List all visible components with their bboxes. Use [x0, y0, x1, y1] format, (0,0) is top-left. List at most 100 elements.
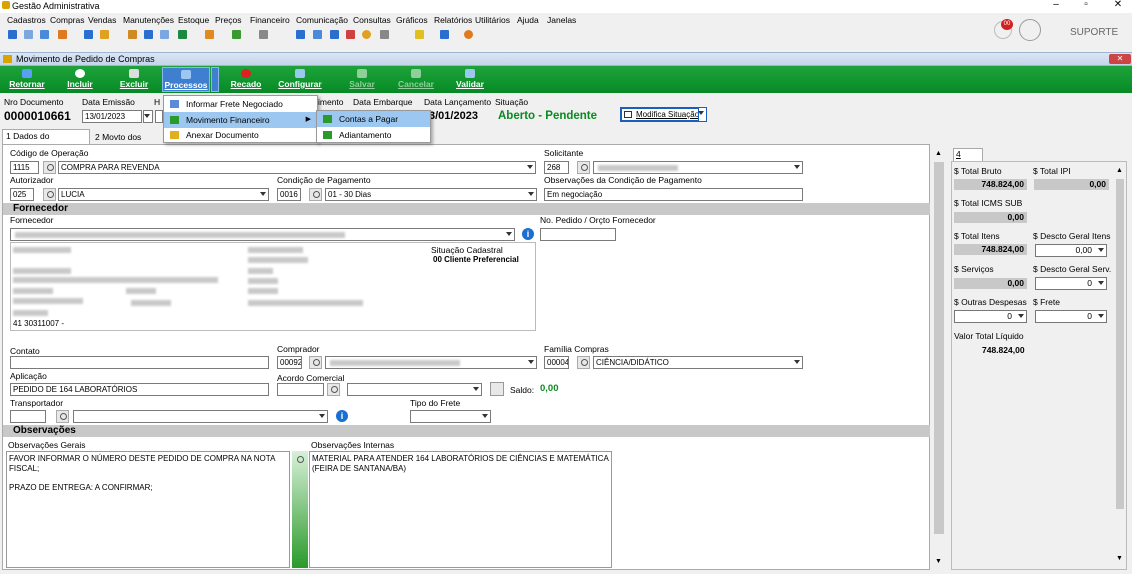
comprador-field[interactable]: 00092	[277, 356, 302, 369]
cancelar-button[interactable]: Cancelar	[394, 67, 438, 92]
menu-comunicacao[interactable]: Comunicação	[296, 15, 348, 25]
solicitante-field[interactable]: 268	[544, 161, 569, 174]
close-icon[interactable]: ✕	[1110, 0, 1126, 10]
transportador-search-icon[interactable]	[56, 410, 69, 423]
menu-financeiro[interactable]: Financeiro	[250, 15, 290, 25]
frete-field[interactable]: 0	[1035, 310, 1107, 323]
clock-icon[interactable]	[362, 30, 371, 39]
processos-button[interactable]: Processos	[162, 67, 210, 92]
obs-condicao-field[interactable]: Em negociação	[544, 188, 803, 201]
toolbar-icon[interactable]	[440, 30, 449, 39]
retornar-button[interactable]: Retornar	[4, 67, 50, 92]
scroll-up-icon[interactable]: ▲	[935, 150, 942, 157]
toolbar-icon[interactable]	[8, 30, 17, 39]
minimize-icon[interactable]: –	[1048, 0, 1064, 10]
scrollbar-thumb[interactable]	[934, 162, 944, 534]
toolbar-icon[interactable]	[380, 30, 389, 39]
toolbar-icon[interactable]	[330, 30, 339, 39]
obs-gerais-field[interactable]: FAVOR INFORMAR O NÚMERO DESTE PEDIDO DE …	[6, 451, 290, 568]
scroll-up-icon[interactable]: ▲	[1116, 167, 1123, 174]
restore-icon[interactable]: ▫	[1078, 0, 1094, 10]
obs-internas-field[interactable]: MATERIAL PARA ATENDER 164 LABORATÓRIOS D…	[309, 451, 612, 568]
menu-precos[interactable]: Preços	[215, 15, 241, 25]
familia-search-icon[interactable]	[577, 356, 590, 369]
fornecedor-select[interactable]	[10, 228, 515, 241]
outras-despesas-field[interactable]: 0	[954, 310, 1027, 323]
comprador-select[interactable]	[325, 356, 537, 369]
modifica-situacao-button[interactable]: Modifica Situação	[620, 107, 706, 122]
cart-icon[interactable]	[178, 30, 187, 39]
desc-serv-field[interactable]: 0	[1035, 277, 1107, 290]
modifica-dropdown[interactable]	[698, 107, 707, 122]
menu-manutencoes[interactable]: Manutenções	[123, 15, 174, 25]
solicitante-select[interactable]	[593, 161, 803, 174]
toolbar-icon[interactable]	[296, 30, 305, 39]
familia-compras-field[interactable]: 00004	[544, 356, 569, 369]
contato-field[interactable]	[10, 356, 269, 369]
menu-adiantamento[interactable]: Adiantamento	[317, 127, 430, 143]
acordo-search-icon[interactable]	[327, 383, 340, 396]
acordo-comercial-field[interactable]	[277, 383, 324, 396]
acordo-comercial-select[interactable]	[347, 383, 482, 396]
totais-scrollbar[interactable]: ▲ ▼	[1114, 165, 1126, 568]
printer-icon[interactable]	[259, 30, 268, 39]
toolbar-icon[interactable]	[100, 30, 109, 39]
menu-janelas[interactable]: Janelas	[547, 15, 576, 25]
star-icon[interactable]	[415, 30, 424, 39]
familia-compras-select[interactable]: CIÊNCIA/DIDÁTICO	[593, 356, 803, 369]
menu-ajuda[interactable]: Ajuda	[517, 15, 539, 25]
data-emissao-field[interactable]: 13/01/2023	[82, 110, 142, 123]
toolbar-icon[interactable]	[128, 30, 137, 39]
menu-consultas[interactable]: Consultas	[353, 15, 391, 25]
pedido-fornecedor-field[interactable]	[540, 228, 616, 241]
processos-dropdown[interactable]	[211, 67, 219, 92]
basket-icon[interactable]	[490, 382, 504, 396]
salvar-button[interactable]: Salvar	[340, 67, 384, 92]
toolbar-icon[interactable]	[232, 30, 241, 39]
menu-informar-frete[interactable]: Informar Frete Negociado	[164, 96, 317, 112]
cod-operacao-select[interactable]: COMPRA PARA REVENDA	[58, 161, 536, 174]
autorizador-select[interactable]: LUCIA	[58, 188, 269, 201]
menu-graficos[interactable]: Gráficos	[396, 15, 428, 25]
cond-pagamento-search-icon[interactable]	[309, 188, 322, 201]
toolbar-icon[interactable]	[144, 30, 153, 39]
menu-vendas[interactable]: Vendas	[88, 15, 116, 25]
toolbar-icon[interactable]	[205, 30, 214, 39]
toolbar-icon[interactable]	[313, 30, 322, 39]
transportador-field[interactable]	[10, 410, 46, 423]
obs-search-icon[interactable]	[294, 454, 307, 467]
incluir-button[interactable]: Incluir	[58, 67, 102, 92]
menu-cadastros[interactable]: Cadastros	[7, 15, 46, 25]
toolbar-icon[interactable]	[84, 30, 93, 39]
solicitante-search-icon[interactable]	[577, 161, 590, 174]
configurar-button[interactable]: Configurar	[275, 67, 325, 92]
menu-compras[interactable]: Compras	[50, 15, 84, 25]
tipo-frete-select[interactable]	[410, 410, 491, 423]
scroll-down-icon[interactable]: ▼	[1116, 555, 1123, 562]
toolbar-icon[interactable]	[160, 30, 169, 39]
cod-operacao-field[interactable]: 1115	[10, 161, 39, 174]
scroll-down-icon[interactable]: ▼	[935, 558, 942, 565]
menu-estoque[interactable]: Estoque	[178, 15, 209, 25]
recado-button[interactable]: Recado	[224, 67, 268, 92]
date-dropdown[interactable]	[143, 110, 153, 123]
window-close-button[interactable]: ✕	[1109, 54, 1131, 64]
menu-utilitarios[interactable]: Utilitários	[475, 15, 510, 25]
comprador-search-icon[interactable]	[309, 356, 322, 369]
tab-dados-documento[interactable]: 1 Dados do Documento	[2, 129, 90, 154]
transportador-info-icon[interactable]: i	[336, 410, 348, 422]
transportador-select[interactable]	[73, 410, 328, 423]
user-avatar-icon[interactable]	[1019, 19, 1041, 41]
cod-operacao-search-icon[interactable]	[43, 161, 56, 174]
power-icon[interactable]	[464, 30, 473, 39]
autorizador-field[interactable]: 025	[10, 188, 34, 201]
h-field[interactable]	[155, 110, 163, 123]
validar-button[interactable]: Validar	[448, 67, 492, 92]
tab-totais[interactable]: 4 Totais	[953, 148, 983, 170]
scrollbar-thumb[interactable]	[1116, 179, 1124, 509]
toolbar-icon[interactable]	[346, 30, 355, 39]
menu-anexar-documento[interactable]: Anexar Documento	[164, 127, 317, 143]
suporte-label[interactable]: SUPORTE	[1070, 27, 1118, 38]
tab-movto-itens[interactable]: 2 Movto dos Itens	[92, 131, 158, 154]
autorizador-search-icon[interactable]	[43, 188, 56, 201]
